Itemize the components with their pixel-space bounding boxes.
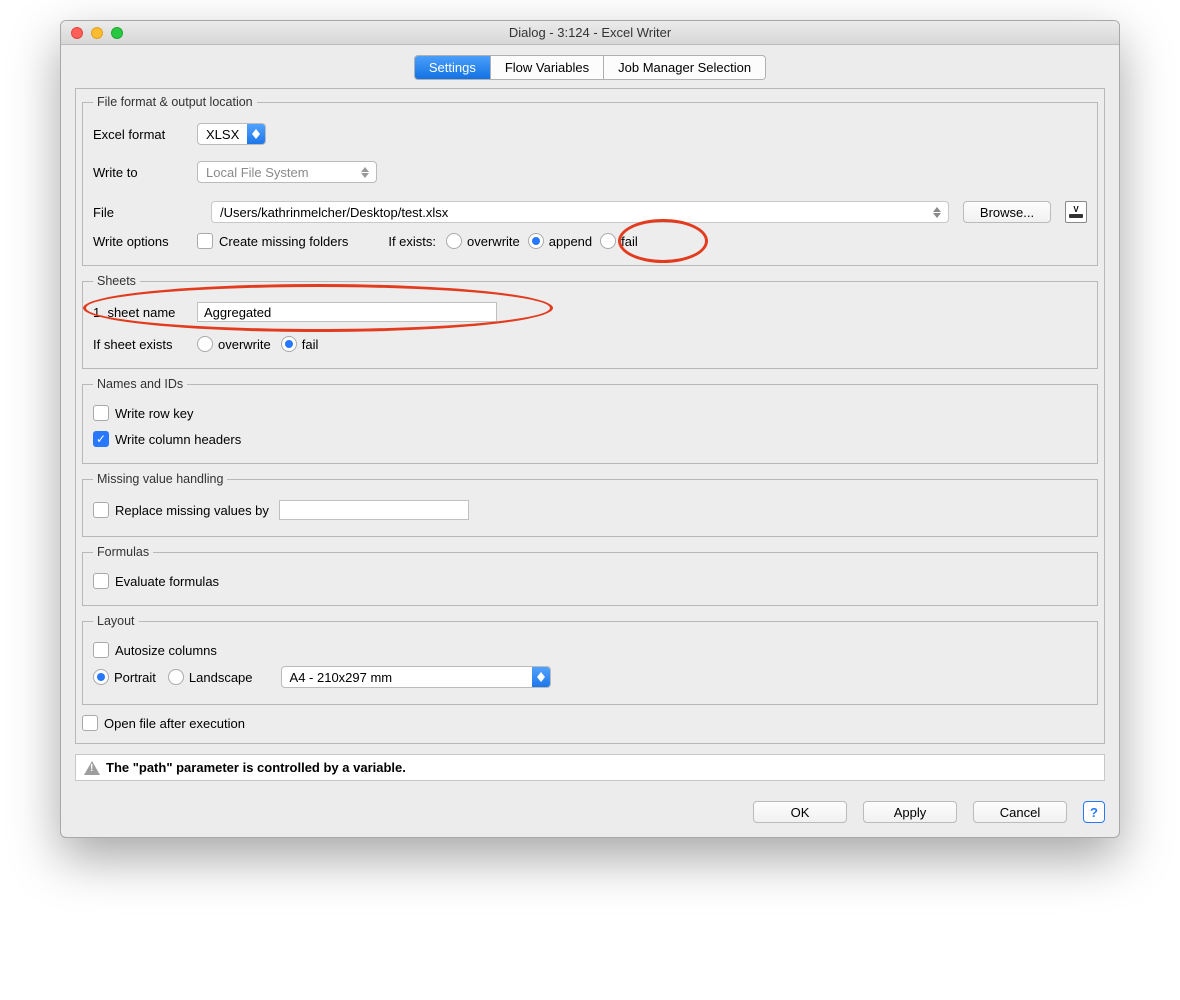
group-names-ids: Names and IDs Write row key Write column…	[82, 377, 1098, 464]
if-exists-overwrite-radio[interactable]	[446, 233, 462, 249]
paper-size-select[interactable]: A4 - 210x297 mm	[281, 666, 551, 688]
if-exists-fail-label: fail	[621, 234, 638, 249]
write-row-key-checkbox[interactable]	[93, 405, 109, 421]
if-exists-label: If exists:	[388, 234, 436, 249]
write-to-select[interactable]: Local File System	[197, 161, 377, 183]
sheet-fail-label: fail	[302, 337, 319, 352]
chevron-updown-icon	[532, 666, 550, 688]
group-missing-value: Missing value handling Replace missing v…	[82, 472, 1098, 537]
group-title-sheets: Sheets	[93, 274, 140, 288]
apply-button[interactable]: Apply	[863, 801, 957, 823]
create-missing-folders-label: Create missing folders	[219, 234, 348, 249]
if-exists-append-label: append	[549, 234, 592, 249]
settings-panel: File format & output location Excel form…	[75, 88, 1105, 744]
window-title: Dialog - 3:124 - Excel Writer	[61, 25, 1119, 40]
if-exists-overwrite-label: overwrite	[467, 234, 520, 249]
sheet-fail-radio[interactable]	[281, 336, 297, 352]
orientation-landscape-radio[interactable]	[168, 669, 184, 685]
group-title-formulas: Formulas	[93, 545, 153, 559]
variable-icon[interactable]: V	[1065, 201, 1087, 223]
sheet-overwrite-radio[interactable]	[197, 336, 213, 352]
group-title-missing: Missing value handling	[93, 472, 227, 486]
chevron-updown-icon	[247, 123, 265, 145]
group-formulas: Formulas Evaluate formulas	[82, 545, 1098, 606]
ok-button[interactable]: OK	[753, 801, 847, 823]
group-sheets: Sheets 1. sheet name If sheet exists ove…	[82, 274, 1098, 369]
group-title-layout: Layout	[93, 614, 139, 628]
evaluate-formulas-checkbox[interactable]	[93, 573, 109, 589]
warning-bar: The "path" parameter is controlled by a …	[75, 754, 1105, 781]
file-path-input[interactable]: /Users/kathrinmelcher/Desktop/test.xlsx	[211, 201, 949, 223]
replace-missing-checkbox[interactable]	[93, 502, 109, 518]
tab-bar: Settings Flow Variables Job Manager Sele…	[61, 45, 1119, 86]
replace-missing-label: Replace missing values by	[115, 503, 269, 518]
sheet-name-label: 1. sheet name	[93, 305, 197, 320]
warning-text: The "path" parameter is controlled by a …	[106, 760, 406, 775]
group-title-names: Names and IDs	[93, 377, 187, 391]
orientation-portrait-label: Portrait	[114, 670, 156, 685]
chevron-updown-icon	[933, 204, 943, 220]
tab-settings[interactable]: Settings	[415, 56, 491, 79]
orientation-portrait-radio[interactable]	[93, 669, 109, 685]
if-exists-fail-radio[interactable]	[600, 233, 616, 249]
sheet-overwrite-label: overwrite	[218, 337, 271, 352]
titlebar: Dialog - 3:124 - Excel Writer	[61, 21, 1119, 45]
warning-icon	[84, 761, 100, 775]
write-row-key-label: Write row key	[115, 406, 194, 421]
excel-format-label: Excel format	[93, 127, 197, 142]
open-after-exec-checkbox[interactable]	[82, 715, 98, 731]
replace-missing-input[interactable]	[279, 500, 469, 520]
write-to-label: Write to	[93, 165, 197, 180]
if-exists-append-radio[interactable]	[528, 233, 544, 249]
if-sheet-exists-label: If sheet exists	[93, 337, 197, 352]
svg-text:V: V	[1073, 205, 1079, 214]
excel-format-select[interactable]: XLSX	[197, 123, 266, 145]
browse-button[interactable]: Browse...	[963, 201, 1051, 223]
group-title-file: File format & output location	[93, 95, 257, 109]
file-label: File	[93, 205, 197, 220]
chevron-updown-icon	[361, 165, 371, 179]
open-after-exec-label: Open file after execution	[104, 716, 245, 731]
create-missing-folders-checkbox[interactable]	[197, 233, 213, 249]
write-options-label: Write options	[93, 234, 197, 249]
tab-flow-variables[interactable]: Flow Variables	[491, 56, 604, 79]
autosize-columns-checkbox[interactable]	[93, 642, 109, 658]
orientation-landscape-label: Landscape	[189, 670, 253, 685]
help-button[interactable]: ?	[1083, 801, 1105, 823]
group-file-format: File format & output location Excel form…	[82, 95, 1098, 266]
autosize-columns-label: Autosize columns	[115, 643, 217, 658]
evaluate-formulas-label: Evaluate formulas	[115, 574, 219, 589]
tab-job-manager[interactable]: Job Manager Selection	[604, 56, 765, 79]
sheet-name-input[interactable]	[197, 302, 497, 322]
dialog-window: Dialog - 3:124 - Excel Writer Settings F…	[60, 20, 1120, 838]
group-layout: Layout Autosize columns Portrait Landsca…	[82, 614, 1098, 705]
write-column-headers-checkbox[interactable]	[93, 431, 109, 447]
cancel-button[interactable]: Cancel	[973, 801, 1067, 823]
write-column-headers-label: Write column headers	[115, 432, 241, 447]
